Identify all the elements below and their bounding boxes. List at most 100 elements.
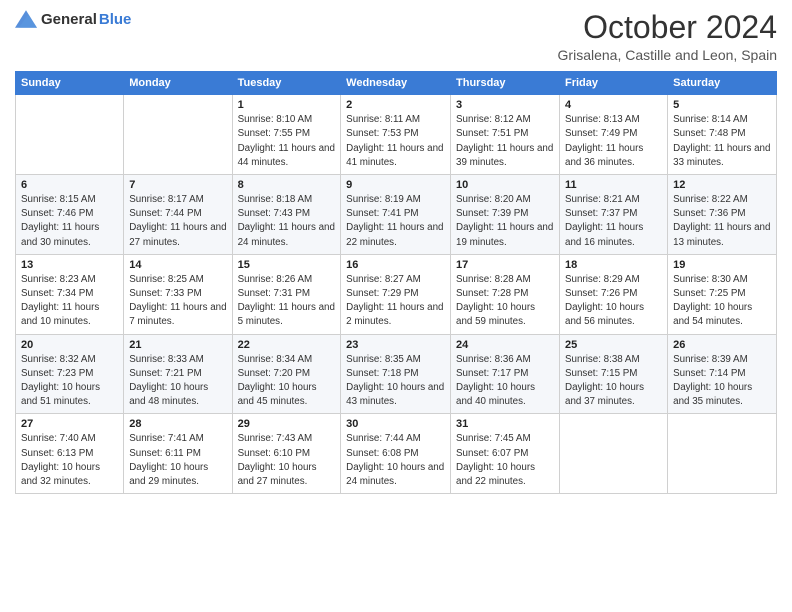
day-number: 5 bbox=[673, 99, 771, 111]
table-row: 13 Sunrise: 8:23 AM Sunset: 7:34 PM Dayli… bbox=[16, 254, 124, 334]
day-number: 23 bbox=[346, 339, 445, 351]
day-info: Sunrise: 7:40 AM Sunset: 6:13 PM Dayligh… bbox=[21, 432, 118, 489]
day-number: 29 bbox=[238, 418, 336, 430]
day-number: 17 bbox=[456, 259, 554, 271]
day-info: Sunrise: 8:27 AM Sunset: 7:29 PM Dayligh… bbox=[346, 273, 445, 330]
day-info: Sunrise: 8:32 AM Sunset: 7:23 PM Dayligh… bbox=[21, 353, 118, 410]
day-info: Sunrise: 7:44 AM Sunset: 6:08 PM Dayligh… bbox=[346, 432, 445, 489]
table-row: 4 Sunrise: 8:13 AM Sunset: 7:49 PM Daylig… bbox=[560, 95, 668, 175]
table-row: 22 Sunrise: 8:34 AM Sunset: 7:20 PM Dayli… bbox=[232, 334, 341, 414]
day-number: 12 bbox=[673, 179, 771, 191]
logo: General Blue bbox=[15, 10, 131, 28]
day-info: Sunrise: 8:39 AM Sunset: 7:14 PM Dayligh… bbox=[673, 353, 771, 410]
day-number: 30 bbox=[346, 418, 445, 430]
table-row: 18 Sunrise: 8:29 AM Sunset: 7:26 PM Dayli… bbox=[560, 254, 668, 334]
month-title: October 2024 bbox=[558, 10, 777, 45]
day-number: 3 bbox=[456, 99, 554, 111]
table-row: 23 Sunrise: 8:35 AM Sunset: 7:18 PM Dayli… bbox=[341, 334, 451, 414]
table-row: 31Sunrise: 7:45 AM Sunset: 6:07 PM Dayli… bbox=[451, 414, 560, 494]
day-info: Sunrise: 8:26 AM Sunset: 7:31 PM Dayligh… bbox=[238, 273, 336, 330]
header-monday: Monday bbox=[124, 72, 232, 95]
day-number: 24 bbox=[456, 339, 554, 351]
day-info: Sunrise: 8:22 AM Sunset: 7:36 PM Dayligh… bbox=[673, 193, 771, 250]
logo-icon bbox=[15, 10, 37, 28]
header-saturday: Saturday bbox=[668, 72, 777, 95]
table-row bbox=[124, 95, 232, 175]
day-number: 27 bbox=[21, 418, 118, 430]
table-row: 29 Sunrise: 7:43 AM Sunset: 6:10 PM Dayli… bbox=[232, 414, 341, 494]
day-info: Sunrise: 8:18 AM Sunset: 7:43 PM Dayligh… bbox=[238, 193, 336, 250]
day-info: Sunrise: 8:14 AM Sunset: 7:48 PM Dayligh… bbox=[673, 113, 771, 170]
table-row: 17 Sunrise: 8:28 AM Sunset: 7:28 PM Dayli… bbox=[451, 254, 560, 334]
table-row: 25Sunrise: 8:38 AM Sunset: 7:15 PM Dayli… bbox=[560, 334, 668, 414]
day-info: Sunrise: 8:17 AM Sunset: 7:44 PM Dayligh… bbox=[129, 193, 226, 250]
day-info: Sunrise: 8:20 AM Sunset: 7:39 PM Dayligh… bbox=[456, 193, 554, 250]
day-info: Sunrise: 8:12 AM Sunset: 7:51 PM Dayligh… bbox=[456, 113, 554, 170]
day-number: 13 bbox=[21, 259, 118, 271]
page: General Blue October 2024 Grisalena, Cas… bbox=[0, 0, 792, 612]
header-friday: Friday bbox=[560, 72, 668, 95]
day-number: 28 bbox=[129, 418, 226, 430]
day-info: Sunrise: 8:10 AM Sunset: 7:55 PM Dayligh… bbox=[238, 113, 336, 170]
table-row bbox=[560, 414, 668, 494]
table-row: 7Sunrise: 8:17 AM Sunset: 7:44 PM Daylig… bbox=[124, 175, 232, 255]
table-row: 28 Sunrise: 7:41 AM Sunset: 6:11 PM Dayli… bbox=[124, 414, 232, 494]
day-info: Sunrise: 8:34 AM Sunset: 7:20 PM Dayligh… bbox=[238, 353, 336, 410]
day-number: 4 bbox=[565, 99, 662, 111]
logo-general-text: General bbox=[41, 11, 97, 28]
table-row bbox=[668, 414, 777, 494]
table-row: 14Sunrise: 8:25 AM Sunset: 7:33 PM Dayli… bbox=[124, 254, 232, 334]
table-row: 26 Sunrise: 8:39 AM Sunset: 7:14 PM Dayli… bbox=[668, 334, 777, 414]
header-tuesday: Tuesday bbox=[232, 72, 341, 95]
day-info: Sunrise: 8:13 AM Sunset: 7:49 PM Dayligh… bbox=[565, 113, 662, 170]
day-number: 11 bbox=[565, 179, 662, 191]
day-number: 15 bbox=[238, 259, 336, 271]
day-number: 10 bbox=[456, 179, 554, 191]
calendar-week-row: 27 Sunrise: 7:40 AM Sunset: 6:13 PM Dayli… bbox=[16, 414, 777, 494]
logo-blue-text: Blue bbox=[99, 11, 132, 28]
day-number: 8 bbox=[238, 179, 336, 191]
calendar-table: Sunday Monday Tuesday Wednesday Thursday… bbox=[15, 71, 777, 494]
day-number: 14 bbox=[129, 259, 226, 271]
table-row: 3 Sunrise: 8:12 AM Sunset: 7:51 PM Daylig… bbox=[451, 95, 560, 175]
day-number: 19 bbox=[673, 259, 771, 271]
table-row: 19 Sunrise: 8:30 AM Sunset: 7:25 PM Dayli… bbox=[668, 254, 777, 334]
calendar-week-row: 20 Sunrise: 8:32 AM Sunset: 7:23 PM Dayli… bbox=[16, 334, 777, 414]
day-number: 22 bbox=[238, 339, 336, 351]
day-info: Sunrise: 8:23 AM Sunset: 7:34 PM Dayligh… bbox=[21, 273, 118, 330]
day-number: 1 bbox=[238, 99, 336, 111]
day-info: Sunrise: 8:19 AM Sunset: 7:41 PM Dayligh… bbox=[346, 193, 445, 250]
weekday-header-row: Sunday Monday Tuesday Wednesday Thursday… bbox=[16, 72, 777, 95]
table-row: 24 Sunrise: 8:36 AM Sunset: 7:17 PM Dayli… bbox=[451, 334, 560, 414]
day-info: Sunrise: 7:45 AM Sunset: 6:07 PM Dayligh… bbox=[456, 432, 554, 489]
table-row: 21Sunrise: 8:33 AM Sunset: 7:21 PM Dayli… bbox=[124, 334, 232, 414]
day-info: Sunrise: 8:30 AM Sunset: 7:25 PM Dayligh… bbox=[673, 273, 771, 330]
day-number: 6 bbox=[21, 179, 118, 191]
calendar-week-row: 1 Sunrise: 8:10 AM Sunset: 7:55 PM Daylig… bbox=[16, 95, 777, 175]
header-wednesday: Wednesday bbox=[341, 72, 451, 95]
title-block: October 2024 Grisalena, Castille and Leo… bbox=[558, 10, 777, 63]
day-info: Sunrise: 8:29 AM Sunset: 7:26 PM Dayligh… bbox=[565, 273, 662, 330]
day-number: 9 bbox=[346, 179, 445, 191]
day-info: Sunrise: 8:36 AM Sunset: 7:17 PM Dayligh… bbox=[456, 353, 554, 410]
day-info: Sunrise: 7:41 AM Sunset: 6:11 PM Dayligh… bbox=[129, 432, 226, 489]
day-number: 26 bbox=[673, 339, 771, 351]
day-number: 2 bbox=[346, 99, 445, 111]
header: General Blue October 2024 Grisalena, Cas… bbox=[15, 10, 777, 63]
table-row: 9 Sunrise: 8:19 AM Sunset: 7:41 PM Daylig… bbox=[341, 175, 451, 255]
calendar-week-row: 6Sunrise: 8:15 AM Sunset: 7:46 PM Daylig… bbox=[16, 175, 777, 255]
table-row: 30 Sunrise: 7:44 AM Sunset: 6:08 PM Dayli… bbox=[341, 414, 451, 494]
table-row: 15 Sunrise: 8:26 AM Sunset: 7:31 PM Dayli… bbox=[232, 254, 341, 334]
table-row: 6Sunrise: 8:15 AM Sunset: 7:46 PM Daylig… bbox=[16, 175, 124, 255]
location-title: Grisalena, Castille and Leon, Spain bbox=[558, 47, 777, 63]
table-row: 12 Sunrise: 8:22 AM Sunset: 7:36 PM Dayli… bbox=[668, 175, 777, 255]
table-row bbox=[16, 95, 124, 175]
table-row: 16Sunrise: 8:27 AM Sunset: 7:29 PM Dayli… bbox=[341, 254, 451, 334]
day-info: Sunrise: 7:43 AM Sunset: 6:10 PM Dayligh… bbox=[238, 432, 336, 489]
day-number: 18 bbox=[565, 259, 662, 271]
header-sunday: Sunday bbox=[16, 72, 124, 95]
header-thursday: Thursday bbox=[451, 72, 560, 95]
day-info: Sunrise: 8:28 AM Sunset: 7:28 PM Dayligh… bbox=[456, 273, 554, 330]
day-info: Sunrise: 8:35 AM Sunset: 7:18 PM Dayligh… bbox=[346, 353, 445, 410]
day-number: 20 bbox=[21, 339, 118, 351]
